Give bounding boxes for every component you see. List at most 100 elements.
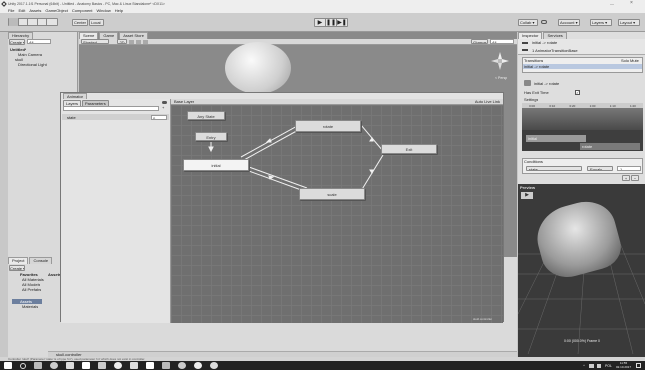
favorite-all-prefabs[interactable]: All Prefabs xyxy=(22,287,41,292)
scale-tool-icon[interactable] xyxy=(38,18,48,26)
tab-project[interactable]: Project xyxy=(8,257,29,264)
persp-label[interactable]: < Persp xyxy=(495,76,507,80)
collab-button[interactable]: Collab ▾ xyxy=(518,19,538,26)
has-exit-time-label: Has Exit Time xyxy=(524,90,549,95)
word-icon[interactable] xyxy=(130,362,138,369)
edge-icon[interactable] xyxy=(50,362,58,369)
hierarchy-search-input[interactable]: All xyxy=(27,39,51,44)
scene-gizmo-icon[interactable] xyxy=(489,50,511,72)
play-button[interactable]: ▶ xyxy=(315,19,326,26)
media-icon[interactable] xyxy=(194,362,202,369)
parameter-search-input[interactable] xyxy=(63,106,159,111)
timeline-clip-rotate[interactable]: rotate xyxy=(580,143,640,150)
unity-icon[interactable] xyxy=(146,362,154,369)
menu-help[interactable]: Help xyxy=(115,8,123,13)
tab-services[interactable]: Services xyxy=(543,32,567,39)
gear-icon[interactable] xyxy=(210,362,218,369)
tab-scene[interactable]: Scene xyxy=(79,32,99,39)
cloud-icon[interactable] xyxy=(541,20,547,24)
inspector-panel: Inspector Services initial -> rotate 1 A… xyxy=(518,32,645,184)
tab-inspector[interactable]: Inspector xyxy=(518,32,543,39)
search-icon[interactable] xyxy=(20,362,26,369)
volume-icon[interactable] xyxy=(596,363,601,368)
paint-icon[interactable] xyxy=(162,362,170,369)
hierarchy-item-directional-light[interactable]: Directional Light xyxy=(18,62,47,67)
tray-up-icon[interactable]: ^ xyxy=(583,363,585,368)
state-entry[interactable]: Entry xyxy=(195,132,227,141)
store-icon[interactable] xyxy=(82,362,90,369)
has-exit-time-checkbox[interactable]: ✓ xyxy=(575,90,580,95)
condition-operator-dropdown[interactable]: Equals xyxy=(587,166,613,171)
hand-tool-icon[interactable] xyxy=(9,18,19,26)
tab-console[interactable]: Console xyxy=(29,257,53,264)
move-tool-icon[interactable] xyxy=(19,18,29,26)
minimize-button[interactable]: — xyxy=(610,1,614,6)
state-initial[interactable]: initial xyxy=(183,159,249,171)
breadcrumb-base-layer[interactable]: Base Layer xyxy=(171,99,194,104)
pivot-local-button[interactable]: Local xyxy=(89,19,104,26)
parameter-row[interactable]: state 0 xyxy=(62,114,169,120)
menu-gameobject[interactable]: GameObject xyxy=(45,8,67,13)
skull-model[interactable] xyxy=(225,42,291,94)
tab-game[interactable]: Game xyxy=(99,32,119,39)
chrome-icon[interactable] xyxy=(114,362,122,369)
project-create-button[interactable]: Create ▾ xyxy=(9,265,25,271)
menu-file[interactable]: File xyxy=(8,8,14,13)
timeline-clip-initial[interactable]: initial xyxy=(526,135,586,142)
state-rotate[interactable]: rotate xyxy=(295,120,361,132)
state-scale[interactable]: scale xyxy=(299,188,365,200)
transition-list-item[interactable]: initial -> rotate xyxy=(523,64,642,69)
pause-button[interactable]: ❚❚ xyxy=(326,19,338,26)
layers-button[interactable]: Layers ▾ xyxy=(590,19,612,26)
gizmos-dropdown[interactable]: Gizmos ▾ xyxy=(471,39,488,44)
language-indicator[interactable]: POL xyxy=(605,364,612,368)
preview-play-button[interactable]: ▶ xyxy=(521,192,533,199)
effects-icon[interactable] xyxy=(143,39,148,44)
tab-hierarchy[interactable]: Hierarchy xyxy=(8,32,34,39)
clock[interactable]: 11:55 02.10.2017 xyxy=(616,361,631,369)
scene-search-input[interactable]: All xyxy=(490,39,514,44)
account-button[interactable]: Account ▾ xyxy=(558,19,580,26)
settings-foldout[interactable]: Settings xyxy=(524,97,538,102)
condition-value-input[interactable]: 1 xyxy=(617,166,641,171)
file-explorer-icon[interactable] xyxy=(66,362,74,369)
mute-column: Mute xyxy=(630,58,639,63)
timeline-tick: 0:20 xyxy=(569,103,576,108)
settings-icon[interactable] xyxy=(178,362,186,369)
state-any-state[interactable]: Any State xyxy=(187,111,225,120)
remove-condition-button[interactable]: − xyxy=(631,175,639,181)
start-icon[interactable] xyxy=(4,362,12,369)
audio-icon[interactable] xyxy=(136,39,141,44)
mail-icon[interactable] xyxy=(98,362,106,369)
2d-toggle[interactable]: 2D xyxy=(117,39,127,44)
assets-materials-folder[interactable]: Materials xyxy=(22,304,38,309)
timeline-tick: 0:00 xyxy=(529,103,535,108)
eye-icon[interactable] xyxy=(162,101,167,104)
transition-timeline[interactable]: 0:00 0:10 0:20 1:00 1:10 1:20 initial ro… xyxy=(522,103,643,151)
task-view-icon[interactable] xyxy=(34,362,42,369)
shading-mode-dropdown[interactable]: Shaded xyxy=(81,39,109,44)
network-icon[interactable] xyxy=(588,363,594,368)
close-button[interactable]: × xyxy=(630,0,633,6)
hierarchy-create-button[interactable]: Create ▾ xyxy=(9,39,25,45)
state-exit[interactable]: Exit xyxy=(381,144,437,154)
condition-parameter-dropdown[interactable]: state xyxy=(526,166,582,171)
lighting-icon[interactable] xyxy=(129,39,134,44)
pivot-center-button[interactable]: Center xyxy=(72,19,88,26)
add-parameter-button[interactable]: + xyxy=(162,106,168,111)
notifications-icon[interactable] xyxy=(636,363,641,368)
tab-asset-store[interactable]: Asset Store xyxy=(119,32,148,39)
layout-button[interactable]: Layout ▾ xyxy=(618,19,640,26)
rect-tool-icon[interactable] xyxy=(47,18,57,26)
menu-edit[interactable]: Edit xyxy=(18,8,25,13)
parameter-value-input[interactable]: 0 xyxy=(151,114,167,120)
window-title: Unity 2017.1.1f1 Personal (64bit) - Unti… xyxy=(8,1,165,6)
animator-graph[interactable]: Any State Entry initial rotate scale Exi… xyxy=(171,105,503,323)
menu-assets[interactable]: Assets xyxy=(29,8,41,13)
add-condition-button[interactable]: + xyxy=(622,175,630,181)
menu-component[interactable]: Component xyxy=(72,8,93,13)
menu-window[interactable]: Window xyxy=(97,8,111,13)
auto-live-link-toggle[interactable]: Auto Live Link xyxy=(475,99,503,104)
step-button[interactable]: ▶❚ xyxy=(337,19,347,26)
rotate-tool-icon[interactable] xyxy=(28,18,38,26)
